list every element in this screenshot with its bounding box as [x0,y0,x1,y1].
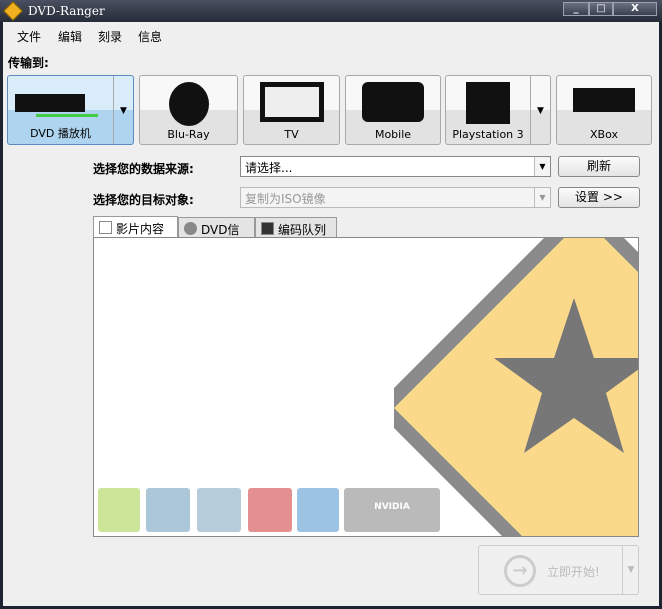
menu-info[interactable]: 信息 [138,28,162,45]
target-select[interactable]: 复制为ISO镜像 ▼ [240,187,551,208]
settings-button[interactable]: 设置 >> [558,187,640,208]
device-label: Playstation 3 [452,128,524,141]
tab-label: 编码队列 [278,223,327,237]
tab-movie-content[interactable]: 影片内容 [93,216,178,238]
device-xbox[interactable]: XBox [556,75,652,145]
transfer-label: 传输到: [8,56,49,70]
bluray-icon [168,82,209,126]
main-window: 文件 编辑 刻录 信息 传输到: DVD 播放机 ▼ Blu-Ray TV Mo… [3,22,659,606]
dvd-dropdown-arrow[interactable]: ▼ [113,76,133,144]
dvd-player-icon [15,94,85,112]
device-mobile[interactable]: Mobile [345,75,441,145]
title-bar: DVD-Ranger _ □ X [0,0,662,22]
geforce-logo [98,488,140,532]
device-label: XBox [590,128,618,141]
ati-radeon-logo [248,488,292,532]
device-label: Mobile [374,128,412,141]
tab-encode-queue[interactable]: 编码队列 [255,217,337,238]
source-label: 选择您的数据来源: [93,162,194,176]
selected-indicator [36,114,98,117]
intel-core-logo [297,488,339,532]
content-panel: NVIDIA [93,237,639,537]
device-dvd-player[interactable]: DVD 播放机 ▼ [7,75,134,145]
device-label: TV [284,128,299,141]
target-label: 选择您的目标对象: [93,193,194,207]
app-icon [3,1,23,21]
source-select[interactable]: 请选择... ▼ [240,156,551,177]
tab-dvd-info[interactable]: DVD信息 [178,217,255,254]
device-label: Blu-Ray [167,128,210,141]
xbox-icon [573,88,635,112]
menu-burn[interactable]: 刻录 [98,28,122,45]
refresh-button[interactable]: 刷新 [558,156,640,177]
arrow-right-icon: → [504,555,536,587]
start-button[interactable]: → 立即开始! ▼ [478,545,639,595]
opengl-logo [146,488,190,532]
chevron-down-icon[interactable]: ▼ [534,157,550,176]
start-label: 立即开始! [547,565,600,579]
directx-logo [197,488,241,532]
start-dropdown-arrow[interactable]: ▼ [622,546,639,594]
maximize-button[interactable]: □ [589,2,613,16]
monitor-icon [261,222,274,235]
device-playstation3[interactable]: Playstation 3 ▼ [445,75,551,145]
source-value: 请选择... [245,161,293,175]
chevron-down-icon[interactable]: ▼ [534,188,550,207]
close-button[interactable]: X [613,2,657,16]
menu-edit[interactable]: 编辑 [58,28,82,45]
device-tv[interactable]: TV [243,75,340,145]
window-title: DVD-Ranger [28,4,105,18]
mobile-icon [362,82,424,122]
device-bluray[interactable]: Blu-Ray [139,75,238,145]
device-label: DVD 播放机 [30,127,91,140]
disc-icon [184,222,197,235]
ps3-icon [466,82,510,124]
menu-file[interactable]: 文件 [17,28,41,45]
checkbox-icon [99,221,112,234]
target-value: 复制为ISO镜像 [245,192,326,206]
ps3-dropdown-arrow[interactable]: ▼ [530,76,550,144]
nvidia-cuda-logo: NVIDIA [344,488,440,532]
tab-label: 影片内容 [116,222,165,236]
tv-icon [259,82,324,122]
minimize-button[interactable]: _ [563,2,589,16]
